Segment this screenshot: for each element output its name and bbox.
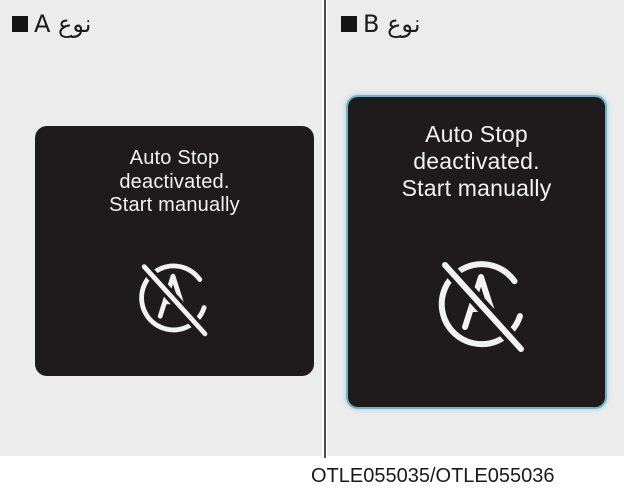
type-a-message-line-3: Start manually: [109, 194, 240, 217]
type-a-display-screen: Auto Stop deactivated. Start manually: [35, 126, 314, 376]
type-b-message: Auto Stop deactivated. Start manually: [348, 121, 605, 202]
type-b-panel: نوع B Auto Stop deactivated. Start manua…: [327, 0, 624, 456]
type-a-message-line-1: Auto Stop: [129, 147, 220, 169]
type-b-message-line-1: Auto Stop: [425, 121, 528, 147]
type-b-message-line-3: Start manually: [401, 175, 552, 202]
auto-stop-off-icon: [438, 258, 528, 353]
type-a-message-line-2: deactivated.: [119, 170, 230, 193]
auto-stop-off-icon: [138, 261, 211, 337]
square-bullet-icon: [12, 16, 28, 32]
type-b-display-screen: Auto Stop deactivated. Start manually: [348, 97, 605, 407]
type-a-label: نوع A: [12, 12, 91, 36]
type-a-text: نوع A: [34, 10, 92, 38]
square-bullet-icon: [341, 16, 357, 32]
figure-code-caption: OTLE055035/OTLE055036: [311, 465, 555, 487]
type-b-message-line-2: deactivated.: [413, 148, 540, 175]
type-a-panel: نوع A Auto Stop deactivated. Start manua…: [0, 0, 322, 456]
type-b-text: نوع B: [363, 10, 421, 38]
type-a-message: Auto Stop deactivated. Start manually: [35, 147, 314, 218]
type-b-label: نوع B: [341, 12, 421, 36]
